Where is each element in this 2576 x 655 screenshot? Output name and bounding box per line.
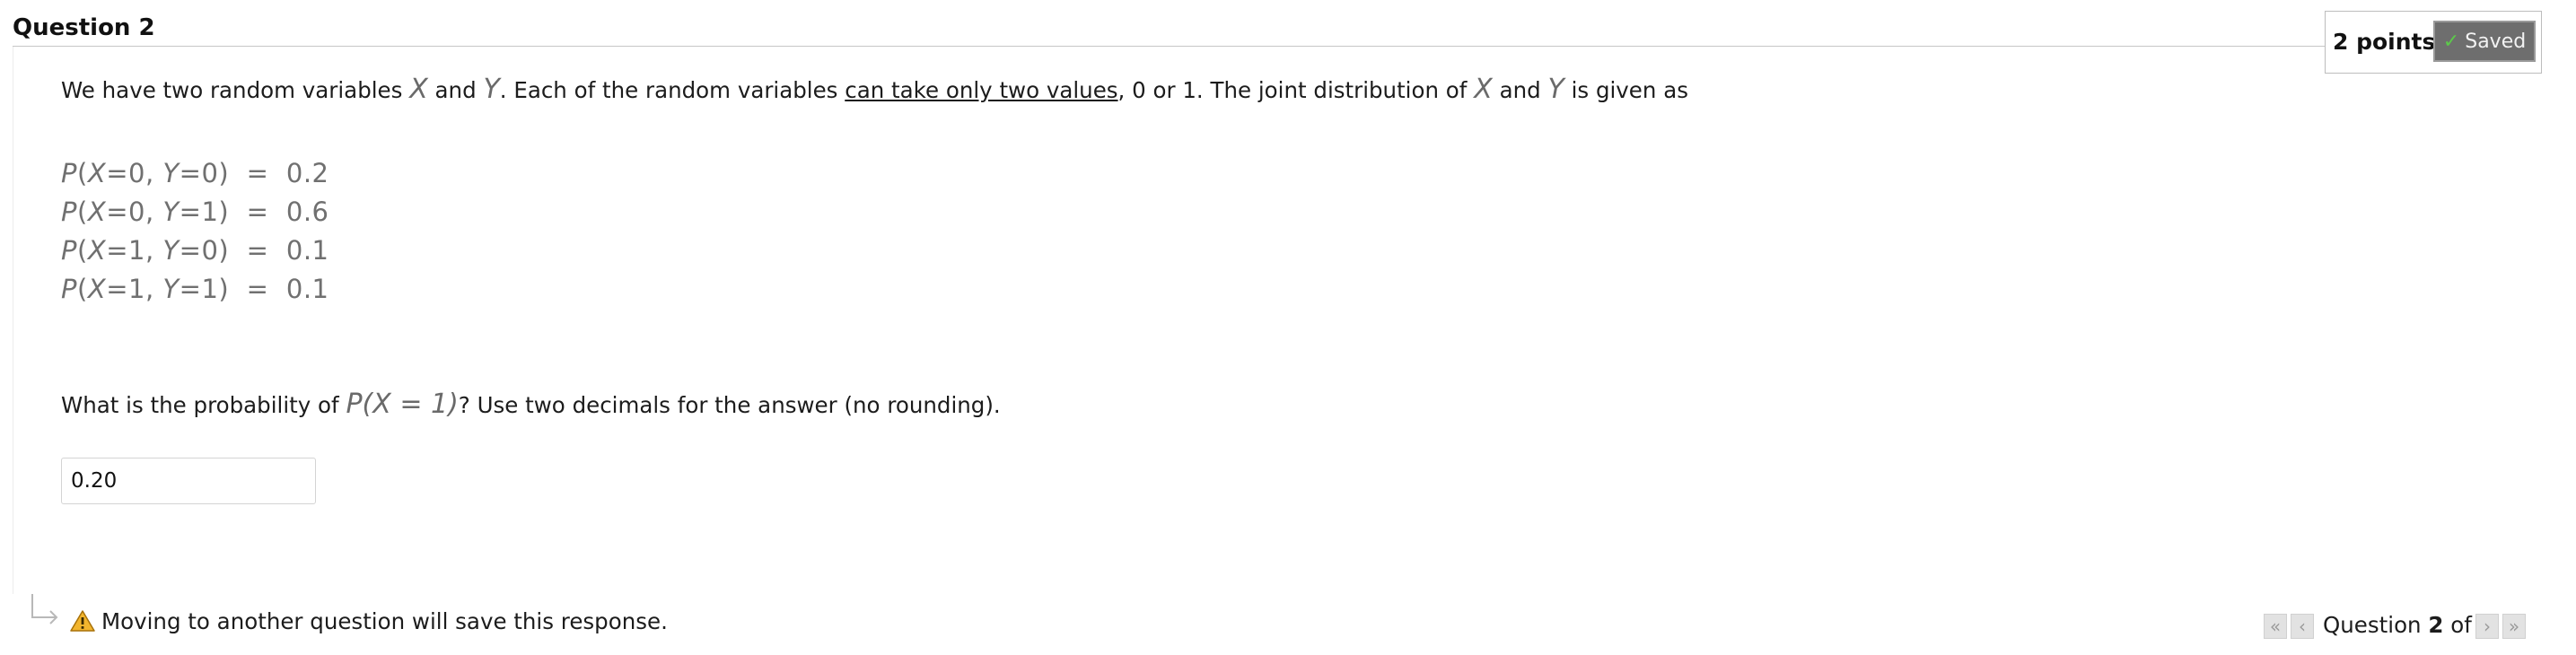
variable-x: X bbox=[1474, 74, 1493, 105]
question-page: Question 2 2 points ✓ Saved We have two … bbox=[0, 0, 2576, 655]
sub-question-text: ? Use two decimals for the answer (no ro… bbox=[458, 392, 1001, 418]
pager-prefix: Question bbox=[2323, 612, 2422, 638]
distribution-row: P(X=1, Y=0) = 0.1 bbox=[61, 235, 329, 266]
y-value: 0 bbox=[201, 235, 219, 266]
y-value: 1 bbox=[201, 274, 219, 304]
x-value: 1 bbox=[128, 235, 145, 266]
x-value: 0 bbox=[128, 196, 145, 227]
answer-input[interactable] bbox=[61, 458, 316, 504]
probability-value: 0.6 bbox=[285, 196, 329, 227]
distribution-row: P(X=0, Y=0) = 0.2 bbox=[61, 158, 329, 188]
prompt-text: is given as bbox=[1571, 77, 1688, 103]
current-question-number: 2 bbox=[2428, 612, 2444, 638]
y-value: 0 bbox=[201, 158, 219, 188]
probability-value: 0.1 bbox=[285, 274, 329, 304]
chevron-left-icon: ‹ bbox=[2299, 616, 2306, 637]
probability-value: 0.1 bbox=[285, 235, 329, 266]
sub-question: What is the probability of P(X = 1)? Use… bbox=[61, 389, 1001, 420]
question-body bbox=[13, 47, 2576, 603]
chevron-right-icon: › bbox=[2484, 616, 2491, 637]
prompt-text: . Each of the random variables bbox=[499, 77, 838, 103]
save-warning-text: Moving to another question will save thi… bbox=[101, 608, 668, 634]
double-chevron-right-icon: » bbox=[2508, 616, 2520, 637]
points-panel: 2 points ✓ Saved bbox=[2325, 11, 2542, 74]
warning-icon bbox=[70, 610, 95, 632]
check-icon: ✓ bbox=[2442, 30, 2460, 53]
saved-status-button[interactable]: ✓ Saved bbox=[2433, 21, 2536, 62]
x-value: 0 bbox=[128, 158, 145, 188]
variable-y: Y bbox=[483, 74, 500, 105]
pager-of: of bbox=[2450, 612, 2472, 638]
points-label: 2 points bbox=[2333, 29, 2436, 55]
distribution-row: P(X=1, Y=1) = 0.1 bbox=[61, 274, 329, 304]
distribution-row: P(X=0, Y=1) = 0.6 bbox=[61, 196, 329, 227]
probability-formula: P(X = 1) bbox=[346, 389, 459, 420]
prompt-text: We have two random variables bbox=[61, 77, 403, 103]
prompt-text: , 0 or 1. The joint distribution of bbox=[1117, 77, 1468, 103]
next-question-button[interactable]: › bbox=[2475, 614, 2499, 639]
x-value: 1 bbox=[128, 274, 145, 304]
saved-label: Saved bbox=[2465, 30, 2527, 53]
variable-x: X bbox=[409, 74, 428, 105]
pager-label: Question 2 of 5 bbox=[2323, 612, 2494, 638]
y-value: 1 bbox=[201, 196, 219, 227]
header-divider bbox=[13, 46, 2328, 47]
variable-y: Y bbox=[1547, 74, 1564, 105]
underlined-text: can take only two values bbox=[845, 77, 1118, 103]
last-question-button[interactable]: » bbox=[2502, 614, 2526, 639]
prompt-text: and bbox=[434, 77, 477, 103]
probability-value: 0.2 bbox=[285, 158, 329, 188]
double-chevron-left-icon: « bbox=[2269, 616, 2282, 637]
return-arrow-icon bbox=[31, 594, 58, 624]
previous-question-button[interactable]: ‹ bbox=[2291, 614, 2314, 639]
question-prompt: We have two random variables X and Y. Ea… bbox=[61, 74, 1688, 105]
first-question-button[interactable]: « bbox=[2264, 614, 2287, 639]
prompt-text: and bbox=[1499, 77, 1541, 103]
question-title: Question 2 bbox=[13, 14, 155, 41]
sub-question-text: What is the probability of bbox=[61, 392, 339, 418]
